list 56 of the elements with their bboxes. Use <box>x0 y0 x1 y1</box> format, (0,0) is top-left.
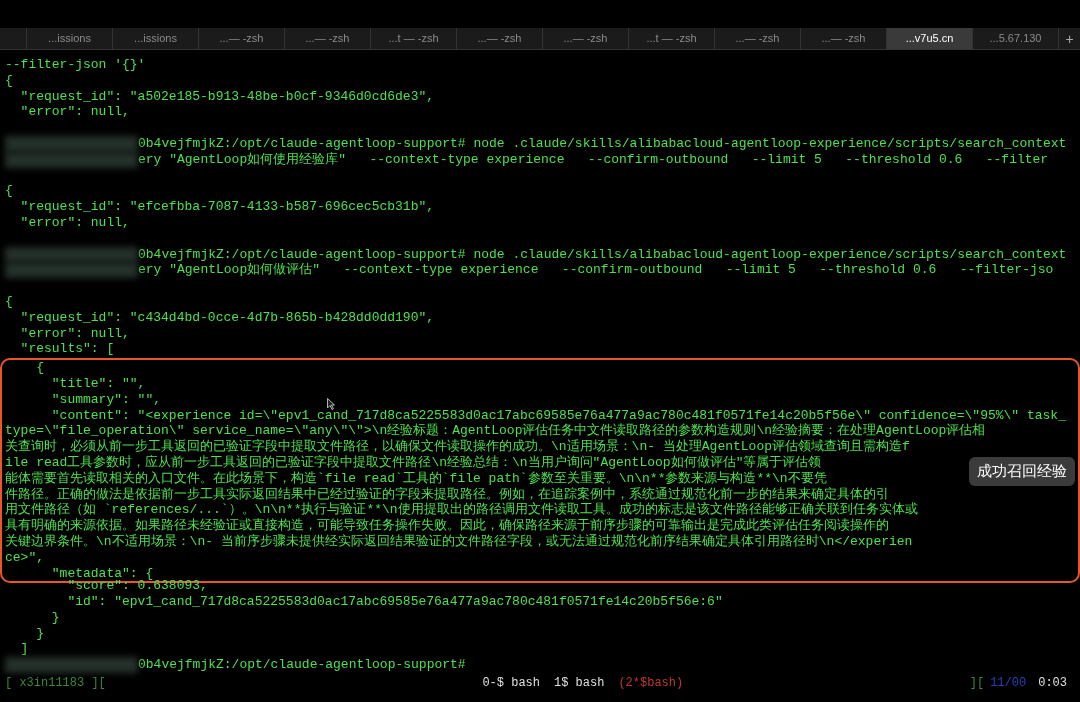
terminal-tab[interactable]: ...— -zsh <box>285 28 371 49</box>
terminal-line: "error": null, <box>19 104 130 121</box>
terminal-line: "id": "epv1_cand_717d8ca5225583d0ac17abc69585e76a477a9ac780c481f0571fe14c20b5f56e:6" <box>66 594 723 610</box>
terminal-line: "metadata": { <box>50 565 154 581</box>
terminal-line: "summary": "", <box>50 391 162 408</box>
terminal-line: { <box>5 293 13 310</box>
terminal-line: "request_id": "efcefbba-7087-4133-b587-696cec5cb31b", <box>19 199 435 215</box>
terminal-line: "error": null, <box>19 214 130 231</box>
terminal-tab[interactable]: ...v7u5.cn <box>887 28 973 49</box>
terminal-tab[interactable]: ...— -zsh <box>199 28 285 49</box>
terminal-line: ery "AgentLoop如何做评估" --context-type experience --confirm-outbound --limit 5 --threshold 0.6 --filter-jso <box>138 262 1054 279</box>
terminal-line: --filter-json '{}' <box>5 57 146 73</box>
clock-text: 0:03 <box>1038 675 1067 693</box>
callout-label: 成功召回经验 <box>969 457 1075 486</box>
terminal-line: 0b4vejfmjkZ:/opt/claude-agentloop-support# node .claude/skills/alibabacloud-agentloop-experience/scripts/search_context <box>138 136 1067 152</box>
window-label[interactable]: 1$ bash <box>554 674 605 693</box>
window-label[interactable]: (2*$bash) <box>618 674 684 693</box>
terminal-line: "request_id": "a502e185-b913-48be-b0cf-9346d0cd6de3", <box>19 88 435 105</box>
terminal-line: "request_id": "c434d4bd-0cce-4d7b-865b-b428dd0dd190", <box>19 309 435 326</box>
terminal-line: "results": [ <box>19 341 115 358</box>
terminal-line: 0b4vejfmjkZ:/opt/claude-agentloop-support# <box>138 657 466 674</box>
terminal-line: 能体需要首先读取相关的入口文件。在此场景下，构造`file read`工具的`file path`参数至关重要。\n\n**参数来源与构造**\n不要凭 <box>5 470 827 487</box>
terminal-line: "title": "", <box>50 375 146 392</box>
new-tab-button[interactable]: + <box>1059 28 1080 49</box>
mouse-pointer-icon <box>327 398 335 410</box>
bracket-text: ][ <box>969 675 985 693</box>
terminal-line: "content": "<experience id=\"epv1_cand_717d8ca5225583d0ac17abc69585e76a477a9ac780c481f0571fe14c20b5f56e\" confidence=\"95%\" task_ <box>50 407 1066 423</box>
terminal-tab[interactable]: ...— -zsh <box>715 28 801 49</box>
terminal-line: { <box>35 360 44 376</box>
terminal-line: 用文件路径（如 `references/...`）。\n\n**执行与验证**\n使用提取出的路径调用文件读取工具。成功的标志是该文件路径能够正确关联到任务实体或 <box>5 502 918 518</box>
terminal-tab[interactable]: ...t — -zsh <box>371 28 457 49</box>
terminal-line: ery "AgentLoop如何使用经验库" --context-type experience --confirm-outbound --limit 5 --threshold 0.6 --filter <box>138 151 1049 168</box>
counter-text: 11/00 <box>990 675 1027 693</box>
terminal-line: 关查询时，必须从前一步工具返回的已验证字段中提取文件路径，以确保文件读取操作的成功。\n适用场景：\n- 当处理AgentLoop评估领域查询且需构造f <box>5 439 910 455</box>
terminal-tab[interactable]: ...issions <box>27 28 113 49</box>
terminal-tab[interactable]: ...t — -zsh <box>629 28 715 49</box>
terminal-line: type=\"file_operation\" service_name=\"any\"\">\n经验标题：AgentLoop评估任务中文件读取路径的参数构造规则\n经验摘要：在处理AgentLoop评估相 <box>5 423 986 439</box>
terminal-line: { <box>5 183 13 200</box>
terminal-line: { <box>5 72 13 89</box>
window-label[interactable]: 0-$ bash <box>482 674 540 693</box>
terminal-tab[interactable]: ...issions <box>113 28 199 49</box>
terminal-tab[interactable]: ...— -zsh <box>457 28 543 49</box>
terminal-line: "error": null, <box>19 325 130 342</box>
terminal-line: } <box>35 625 44 642</box>
session-name: [ x3in11183 ][ <box>5 675 106 693</box>
terminal-line: 0b4vejfmjkZ:/opt/claude-agentloop-support# node .claude/skills/alibabacloud-agentloop-experience/scripts/search_context <box>138 246 1067 262</box>
terminal-line: } <box>50 609 60 626</box>
terminal-line: ile read工具参数时，应从前一步工具返回的已验证字段中提取文件路径\n经验总结：\n当用户询问"AgentLoop如何做评估"等属于评估领 <box>5 454 822 471</box>
terminal-tab[interactable]: ...— -zsh <box>543 28 629 49</box>
terminal-line: 关键边界条件。\n不适用场景：\n- 当前序步骤未提供经实际返回结果验证的文件路径字段，或无法通过规范化前序结果确定具体引用路径时\n</experien <box>5 533 913 550</box>
terminal-line: 具有明确的来源依据。如果路径未经验证或直接构造，可能导致任务操作失败。因此，确保路径来源于前序步骤的可靠输出是完成此类评估任务阅读操作的 <box>5 518 889 534</box>
terminal-line: ce>", <box>5 549 44 566</box>
terminal-tab[interactable]: ...5.67.130 <box>973 28 1059 49</box>
terminal-line: 件路径。正确的做法是依据前一步工具实际返回结果中已经过验证的字段来提取路径。例如，在追踪案例中，系统通过规范化前一步的结果来确定具体的引 <box>5 486 889 502</box>
terminal-line: ] <box>19 641 29 658</box>
terminal-line: "score": 0.638093, <box>66 578 208 595</box>
